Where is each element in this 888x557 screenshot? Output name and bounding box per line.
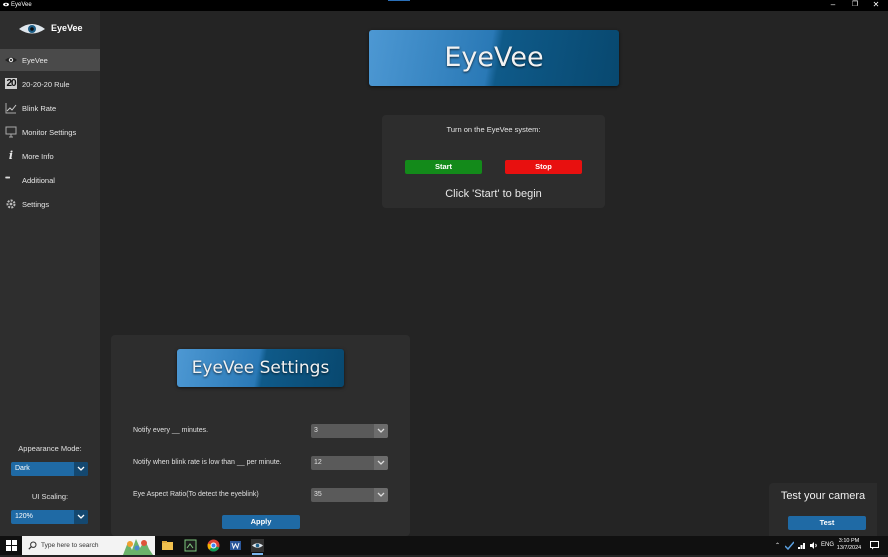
- title-bar-accent: [388, 0, 410, 1]
- eye-aspect-ratio-value: 35: [314, 491, 322, 498]
- dropdown-arrow[interactable]: [374, 424, 388, 438]
- notify-interval-label: Notify every __ minutes.: [133, 427, 209, 434]
- store-app-icon[interactable]: [184, 539, 197, 552]
- camera-title: Test your camera: [780, 490, 866, 502]
- dropdown-arrow[interactable]: [74, 510, 88, 524]
- blink-rate-threshold-select[interactable]: 12: [311, 456, 388, 470]
- search-placeholder: Type here to search: [41, 542, 99, 549]
- notify-interval-value: 3: [314, 427, 318, 434]
- appearance-mode-select[interactable]: Dark: [11, 462, 88, 476]
- windows-start-icon[interactable]: [6, 540, 17, 551]
- control-panel: Turn on the EyeVee system: Start Stop Cl…: [382, 115, 605, 208]
- sidebar-item-eyevee[interactable]: EyeVee: [0, 49, 100, 71]
- taskbar: Type here to search ⌃ ENG 3:10 PM 13/7/2…: [0, 536, 888, 555]
- chevron-down-icon: [377, 460, 385, 465]
- dropdown-arrow[interactable]: [374, 488, 388, 502]
- info-icon: i: [8, 149, 14, 162]
- settings-panel: EyeVee Settings Notify every __ minutes.…: [111, 335, 410, 536]
- settings-banner: EyeVee Settings: [177, 349, 344, 387]
- sidebar-item-additional[interactable]: ••• Additional: [0, 169, 100, 191]
- eye-logo-icon: [19, 24, 45, 34]
- sidebar-item-label: Blink Rate: [22, 104, 57, 113]
- eyevee-taskbar-app[interactable]: [251, 539, 264, 555]
- eye-aspect-ratio-select[interactable]: 35: [311, 488, 388, 502]
- logo-text: EyeVee: [51, 23, 83, 33]
- sidebar-item-20-20-20-rule[interactable]: 20 20-20-20 Rule: [0, 73, 100, 95]
- more-dots-icon: •••: [5, 175, 10, 182]
- network-icon[interactable]: [797, 541, 806, 550]
- sidebar: EyeVee EyeVee 20 20-20-20 Rule Blink Rat…: [0, 11, 100, 536]
- start-button[interactable]: Start: [405, 160, 482, 174]
- sidebar-item-label: Settings: [22, 200, 50, 209]
- appearance-mode-value: Dark: [15, 465, 30, 472]
- sidebar-item-monitor-settings[interactable]: Monitor Settings: [0, 121, 100, 143]
- sidebar-item-label: 20-20-20 Rule: [22, 80, 70, 89]
- sidebar-item-blink-rate[interactable]: Blink Rate: [0, 97, 100, 119]
- file-explorer-icon[interactable]: [161, 539, 174, 552]
- notifications-icon[interactable]: [870, 541, 879, 550]
- chevron-down-icon: [77, 466, 85, 471]
- dropdown-arrow[interactable]: [74, 462, 88, 476]
- tray-app-icon[interactable]: [785, 541, 794, 550]
- notify-interval-select[interactable]: 3: [311, 424, 388, 438]
- sidebar-item-label: Additional: [22, 176, 55, 185]
- banner-title: EyeVee: [444, 42, 544, 73]
- clock-time: 3:10 PM: [838, 538, 860, 544]
- eye-aspect-ratio-label: Eye Aspect Ratio(To detect the eyeblink): [133, 491, 259, 498]
- restore-button[interactable]: ❐: [845, 0, 865, 11]
- sidebar-item-label: Monitor Settings: [22, 128, 77, 137]
- chevron-down-icon: [377, 492, 385, 497]
- search-highlight-art-icon: [120, 536, 155, 555]
- sidebar-logo: EyeVee: [18, 22, 98, 36]
- blink-rate-threshold-value: 12: [314, 459, 322, 466]
- app-eye-icon: [3, 2, 9, 7]
- minimize-button[interactable]: –: [823, 0, 843, 11]
- sidebar-item-more-info[interactable]: i More Info: [0, 145, 100, 167]
- volume-icon[interactable]: [809, 541, 818, 550]
- chrome-icon[interactable]: [207, 539, 220, 552]
- eyevee-banner: EyeVee: [369, 30, 619, 86]
- chevron-down-icon: [377, 428, 385, 433]
- blink-rate-threshold-label: Notify when blink rate is low than __ pe…: [133, 459, 282, 466]
- eye-icon: [252, 543, 263, 548]
- title-bar: EyeVee – ❐ ✕: [0, 0, 888, 11]
- test-camera-button[interactable]: Test: [788, 516, 866, 530]
- tray-overflow-icon[interactable]: ⌃: [775, 542, 780, 549]
- control-title: Turn on the EyeVee system:: [446, 125, 541, 134]
- appearance-mode-label: Appearance Mode:: [18, 444, 82, 453]
- sidebar-item-settings[interactable]: Settings: [0, 193, 100, 215]
- apply-button[interactable]: Apply: [222, 515, 300, 529]
- settings-banner-title: EyeVee Settings: [191, 358, 330, 378]
- number-20-icon: 20: [5, 78, 17, 89]
- window-title: EyeVee: [11, 2, 32, 8]
- ui-scaling-label: UI Scaling:: [31, 492, 69, 501]
- sidebar-item-label: EyeVee: [22, 56, 48, 65]
- line-chart-icon: [5, 103, 17, 114]
- search-icon: [28, 541, 37, 550]
- clock-date: 13/7/2024: [836, 545, 862, 551]
- taskbar-search-box[interactable]: Type here to search: [22, 536, 155, 555]
- word-icon[interactable]: [229, 539, 242, 552]
- gear-icon: [6, 199, 16, 209]
- eye-icon: [5, 57, 17, 63]
- monitor-icon: [5, 126, 17, 138]
- ui-scaling-value: 120%: [15, 513, 33, 520]
- ui-scaling-select[interactable]: 120%: [11, 510, 88, 524]
- close-button[interactable]: ✕: [866, 0, 886, 11]
- status-text: Click 'Start' to begin: [445, 188, 542, 200]
- chevron-down-icon: [77, 514, 85, 519]
- sidebar-item-label: More Info: [22, 152, 54, 161]
- taskbar-clock[interactable]: 3:10 PM 13/7/2024: [830, 538, 868, 552]
- stop-button[interactable]: Stop: [505, 160, 582, 174]
- camera-panel: Test your camera Test: [769, 483, 877, 536]
- dropdown-arrow[interactable]: [374, 456, 388, 470]
